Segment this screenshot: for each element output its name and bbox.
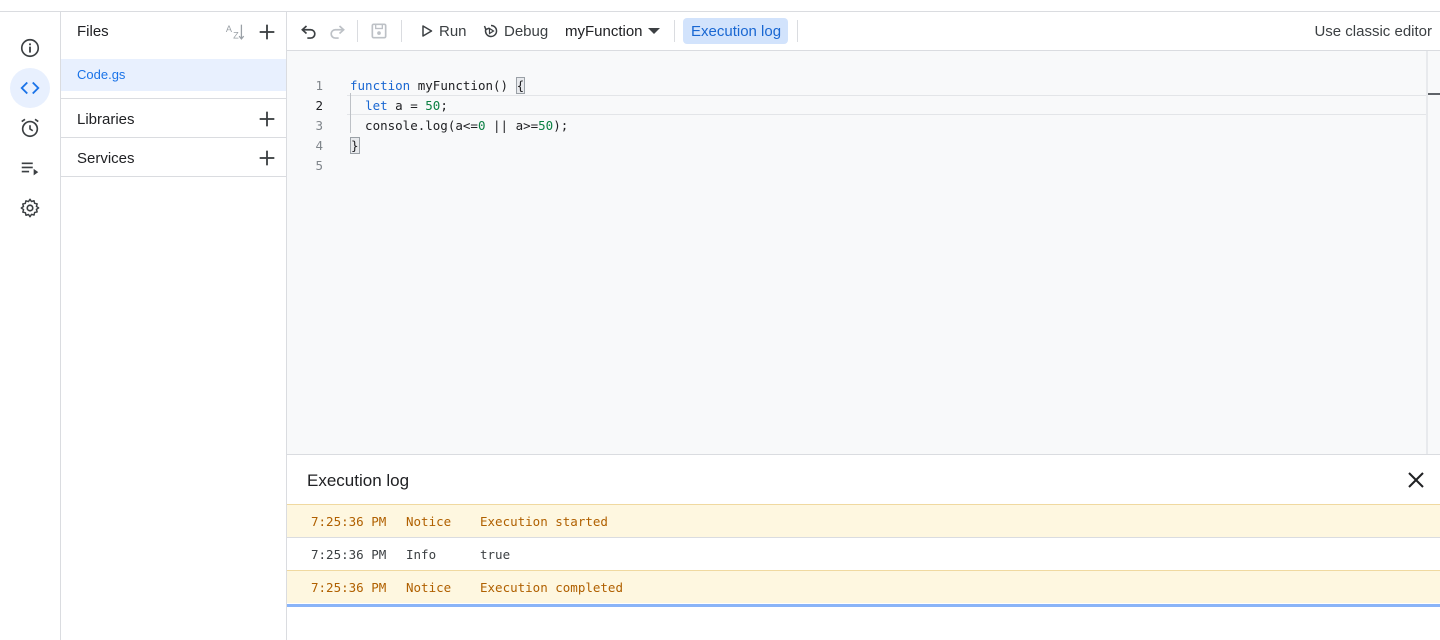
line-number: 4 bbox=[315, 138, 323, 153]
function-select-value: myFunction bbox=[565, 23, 643, 40]
log-time: 7:25:36 PM bbox=[311, 547, 387, 562]
overview-button[interactable] bbox=[10, 28, 50, 68]
undo-icon[interactable] bbox=[299, 21, 319, 41]
debug-icon bbox=[483, 24, 498, 38]
editor-toolbar: Run Debug myFunction Execution log Use c… bbox=[287, 12, 1440, 51]
left-nav-rail bbox=[0, 12, 61, 640]
files-header: Files AZ bbox=[61, 12, 287, 51]
execution-log-toggle-label: Execution log bbox=[691, 23, 782, 40]
log-progress-bar bbox=[287, 604, 1440, 607]
line-number: 1 bbox=[315, 78, 323, 93]
log-time: 7:25:36 PM bbox=[311, 580, 387, 595]
code-icon bbox=[20, 81, 40, 95]
use-classic-editor-link[interactable]: Use classic editor bbox=[1314, 23, 1432, 40]
code-text: let a = 50; bbox=[365, 98, 448, 113]
code-editor[interactable]: 1 function myFunction() { 2 let a = 50; … bbox=[287, 51, 1440, 454]
run-label: Run bbox=[439, 23, 467, 40]
executions-button[interactable] bbox=[10, 148, 50, 188]
log-message: Execution completed bbox=[480, 580, 623, 595]
code-line: 5 bbox=[287, 156, 1427, 176]
log-level: Info bbox=[406, 547, 437, 562]
add-library-icon[interactable] bbox=[256, 108, 278, 130]
gear-icon bbox=[20, 198, 40, 218]
debug-button[interactable]: Debug bbox=[483, 12, 553, 51]
libraries-section[interactable]: Libraries bbox=[61, 98, 287, 137]
sort-az-icon[interactable]: AZ bbox=[224, 21, 246, 43]
line-number: 2 bbox=[315, 98, 323, 113]
files-title: Files bbox=[77, 23, 109, 40]
info-icon bbox=[20, 38, 40, 58]
code-line: 4 } bbox=[287, 136, 1427, 156]
log-time: 7:25:36 PM bbox=[311, 514, 387, 529]
close-icon[interactable] bbox=[1406, 470, 1426, 490]
execution-log-title: Execution log bbox=[307, 471, 410, 490]
editor-scrollbar[interactable] bbox=[1426, 51, 1428, 454]
log-level: Notice bbox=[406, 514, 452, 529]
play-icon bbox=[422, 25, 433, 37]
code-text: function myFunction() { bbox=[350, 77, 526, 94]
services-label: Services bbox=[77, 150, 135, 167]
toolbar-divider bbox=[401, 20, 402, 42]
editor-button[interactable] bbox=[10, 68, 50, 108]
redo-icon[interactable] bbox=[327, 21, 347, 41]
line-number: 5 bbox=[315, 158, 323, 173]
log-level: Notice bbox=[406, 580, 452, 595]
code-text: console.log(a<=0 || a>=50); bbox=[350, 118, 569, 133]
svg-text:Z: Z bbox=[233, 30, 239, 40]
function-select[interactable]: myFunction bbox=[565, 12, 665, 51]
files-panel: Files AZ Code.gs Libraries Services bbox=[61, 12, 287, 640]
toolbar-divider bbox=[674, 20, 675, 42]
run-button[interactable]: Run bbox=[419, 12, 469, 51]
overview-ruler-cursor bbox=[1428, 93, 1440, 95]
log-row: 7:25:36 PM Info true bbox=[287, 537, 1440, 570]
code-text: } bbox=[350, 137, 360, 154]
log-message: Execution started bbox=[480, 514, 608, 529]
svg-text:A: A bbox=[226, 24, 233, 34]
file-item-code-gs[interactable]: Code.gs bbox=[61, 59, 286, 91]
playlist-play-icon bbox=[21, 162, 39, 176]
alarm-icon bbox=[21, 118, 39, 138]
log-row: 7:25:36 PM Notice Execution completed bbox=[287, 570, 1440, 603]
toolbar-divider bbox=[797, 20, 798, 42]
execution-log-toggle-button[interactable]: Execution log bbox=[683, 18, 788, 44]
add-service-icon[interactable] bbox=[256, 147, 278, 169]
save-icon[interactable] bbox=[369, 21, 389, 41]
top-strip bbox=[0, 0, 1440, 12]
add-file-icon[interactable] bbox=[256, 21, 278, 43]
code-line: 1 function myFunction() { bbox=[287, 76, 1427, 96]
log-row: 7:25:36 PM Notice Execution started bbox=[287, 504, 1440, 537]
code-line: 3 console.log(a<=0 || a>=50); bbox=[287, 116, 1427, 136]
line-number: 3 bbox=[315, 118, 323, 133]
toolbar-divider bbox=[357, 20, 358, 42]
code-line: 2 let a = 50; bbox=[287, 96, 1427, 116]
file-name: Code.gs bbox=[77, 67, 126, 82]
log-message: true bbox=[480, 547, 511, 562]
debug-label: Debug bbox=[504, 23, 549, 40]
settings-button[interactable] bbox=[10, 188, 50, 228]
execution-log-panel: Execution log 7:25:36 PM Notice Executio… bbox=[287, 454, 1440, 640]
libraries-label: Libraries bbox=[77, 111, 135, 128]
chevron-down-icon bbox=[648, 28, 660, 34]
triggers-button[interactable] bbox=[10, 108, 50, 148]
services-section[interactable]: Services bbox=[61, 137, 287, 177]
